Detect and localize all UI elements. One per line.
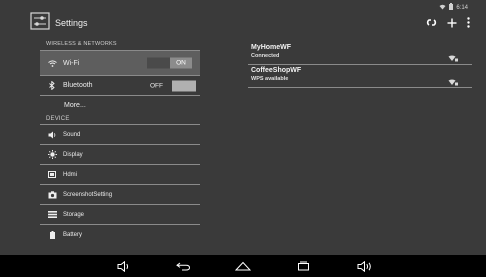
settings-item-label: Storage bbox=[63, 211, 85, 218]
network-name: CoffeeShopWF bbox=[251, 67, 302, 74]
settings-item-sound[interactable]: Sound bbox=[40, 125, 200, 144]
settings-item-label: Wi-Fi bbox=[63, 59, 80, 67]
bluetooth-toggle[interactable]: OFF bbox=[150, 80, 196, 91]
settings-item-storage[interactable]: Storage bbox=[40, 205, 200, 224]
wifi-toggle[interactable]: ON bbox=[147, 57, 192, 69]
network-item[interactable]: MyHomeWF Connected bbox=[248, 42, 472, 64]
settings-item-label: Bluetooth bbox=[63, 82, 93, 89]
settings-item-label: Sound bbox=[63, 131, 81, 138]
action-buttons bbox=[426, 17, 470, 31]
settings-item-label: Hdmi bbox=[63, 171, 78, 178]
toggle-track bbox=[147, 57, 170, 69]
wifi-icon bbox=[47, 59, 57, 67]
network-status: WPS available bbox=[251, 76, 289, 82]
section-header-device: DEVICE bbox=[46, 116, 70, 122]
volume-down-icon[interactable] bbox=[116, 259, 134, 273]
storage-icon bbox=[47, 211, 57, 218]
settings-item-label: More... bbox=[64, 102, 86, 109]
recents-icon[interactable] bbox=[294, 259, 312, 273]
back-icon[interactable] bbox=[174, 259, 192, 273]
network-item[interactable]: CoffeeShopWF WPS available bbox=[248, 65, 472, 87]
status-bar: 6:14 bbox=[439, 3, 468, 12]
section-header-wireless: WIRELESS & NETWORKS bbox=[46, 41, 117, 47]
wifi-status-icon bbox=[439, 4, 446, 12]
volume-up-icon[interactable] bbox=[356, 259, 376, 273]
settings-item-bluetooth[interactable]: Bluetooth OFF bbox=[40, 76, 200, 95]
settings-item-wifi[interactable]: Wi-Fi ON bbox=[40, 51, 200, 75]
wps-icon[interactable] bbox=[426, 17, 437, 31]
settings-item-label: ScreenshotSetting bbox=[63, 191, 113, 198]
overflow-menu-icon[interactable] bbox=[467, 17, 470, 31]
settings-item-label: Display bbox=[63, 151, 83, 158]
settings-item-hdmi[interactable]: Hdmi bbox=[40, 165, 200, 184]
toggle-on-label: ON bbox=[170, 57, 192, 69]
camera-icon bbox=[47, 190, 57, 199]
clock: 6:14 bbox=[456, 4, 468, 11]
add-icon[interactable] bbox=[447, 17, 457, 31]
display-icon bbox=[47, 150, 57, 159]
page-title: Settings bbox=[55, 18, 88, 28]
wifi-signal-locked-icon bbox=[448, 73, 458, 91]
home-icon[interactable] bbox=[234, 259, 252, 273]
sound-icon bbox=[47, 131, 57, 139]
settings-logo-icon[interactable] bbox=[30, 12, 50, 30]
wifi-network-list: MyHomeWF Connected CoffeeShopWF WPS avai… bbox=[248, 42, 472, 88]
battery-setting-icon bbox=[47, 230, 57, 239]
toggle-knob bbox=[172, 80, 196, 91]
network-status: Connected bbox=[251, 53, 280, 59]
settings-item-screenshot[interactable]: ScreenshotSetting bbox=[40, 185, 200, 204]
hdmi-icon bbox=[47, 171, 57, 178]
bluetooth-icon bbox=[47, 81, 57, 90]
settings-item-battery[interactable]: Battery bbox=[40, 225, 200, 244]
network-name: MyHomeWF bbox=[251, 44, 292, 51]
toggle-off-label: OFF bbox=[150, 82, 163, 89]
settings-item-more[interactable]: More... bbox=[40, 96, 200, 115]
settings-list: WIRELESS & NETWORKS Wi-Fi ON Bluetooth O… bbox=[40, 38, 200, 244]
divider bbox=[248, 87, 472, 88]
battery-icon bbox=[449, 3, 454, 12]
settings-item-display[interactable]: Display bbox=[40, 145, 200, 164]
settings-item-label: Battery bbox=[63, 231, 83, 238]
